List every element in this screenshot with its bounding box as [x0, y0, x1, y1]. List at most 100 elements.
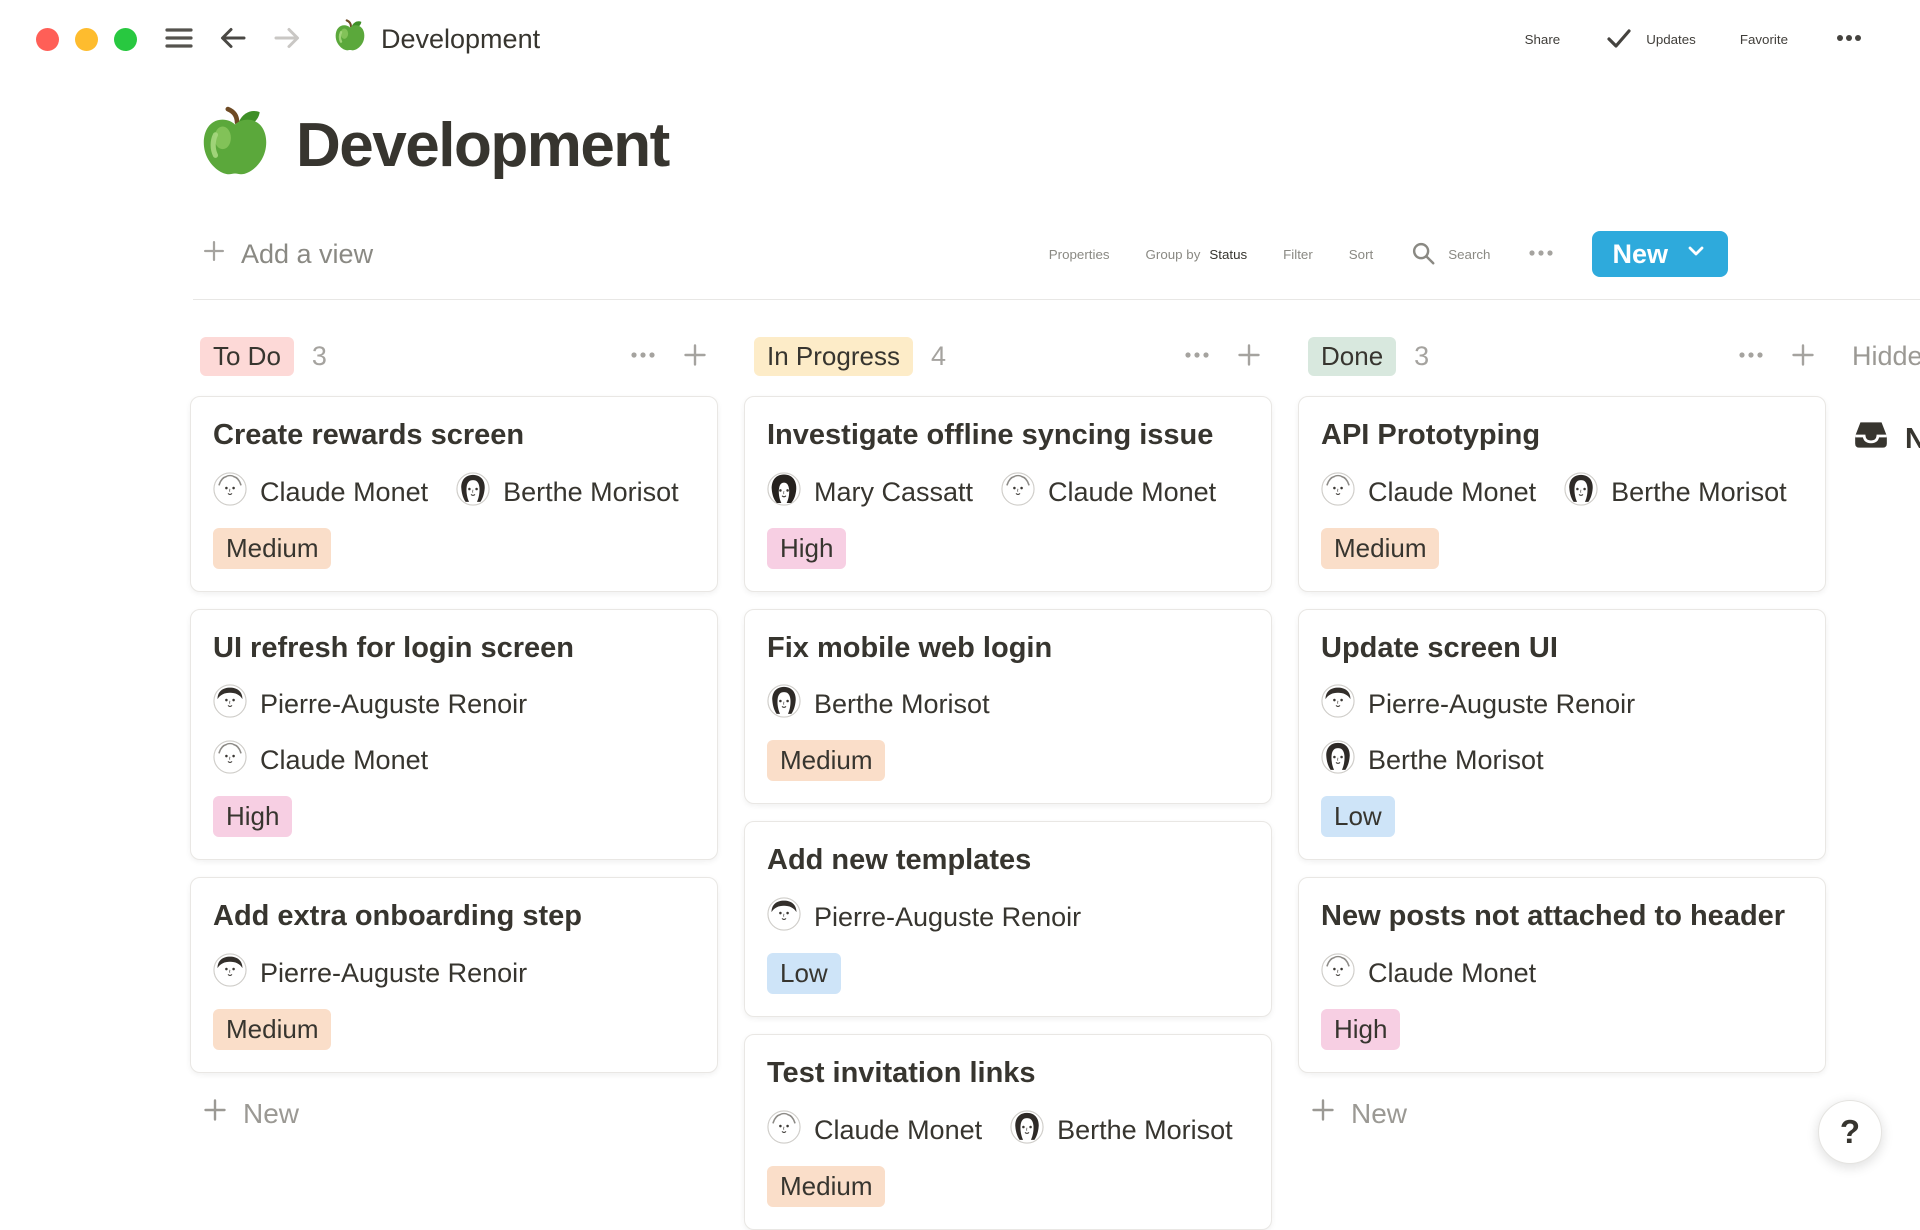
assignee-name: Claude Monet	[1368, 477, 1536, 508]
more-options-button[interactable]	[1832, 21, 1866, 58]
column-status-badge: To Do	[200, 337, 294, 376]
column-add-card-button[interactable]	[1788, 340, 1818, 373]
column-more-button[interactable]	[628, 340, 658, 373]
card-assignees: Claude Monet	[1321, 953, 1803, 994]
filter-button[interactable]: Filter	[1283, 247, 1313, 262]
search-label: Search	[1448, 247, 1490, 262]
avatar	[1321, 953, 1355, 994]
card-title: New posts not attached to header	[1321, 898, 1803, 936]
zoom-window-button[interactable]	[114, 28, 137, 51]
kanban-card[interactable]: Add extra onboarding stepPierre-Auguste …	[190, 877, 718, 1073]
priority-badge: Low	[1321, 796, 1395, 837]
view-more-button[interactable]	[1526, 238, 1556, 271]
sidebar-toggle-button[interactable]	[161, 20, 197, 59]
priority-badge: Low	[767, 953, 841, 994]
hidden-columns-label[interactable]: Hidden	[1852, 334, 1920, 378]
card-list: API PrototypingClaude MonetBerthe Moriso…	[1298, 396, 1826, 1073]
back-arrow-icon	[215, 20, 251, 59]
priority-badge: Medium	[1321, 528, 1439, 569]
inbox-icon	[1852, 416, 1890, 462]
group-by-button[interactable]: Group byStatus	[1146, 247, 1248, 262]
column-count: 3	[312, 341, 327, 372]
add-view-label: Add a view	[241, 239, 373, 270]
minimize-window-button[interactable]	[75, 28, 98, 51]
chevron-down-icon	[1684, 239, 1708, 270]
column-add-card-button[interactable]	[1234, 340, 1264, 373]
back-button[interactable]	[215, 20, 251, 59]
divider	[193, 299, 1920, 300]
priority-badge: High	[1321, 1009, 1400, 1050]
page-title: Development	[296, 110, 669, 181]
ellipsis-icon	[1832, 21, 1866, 58]
column-header-actions	[628, 340, 710, 373]
assignee: Claude Monet	[1321, 472, 1536, 513]
avatar	[767, 684, 801, 725]
ellipsis-icon	[1182, 340, 1212, 373]
assignee-name: Claude Monet	[814, 1115, 982, 1146]
kanban-card[interactable]: UI refresh for login screenPierre-August…	[190, 609, 718, 861]
kanban-card[interactable]: Investigate offline syncing issueMary Ca…	[744, 396, 1272, 592]
avatar	[767, 1110, 801, 1151]
plus-icon	[200, 1095, 230, 1132]
add-card-button[interactable]: New	[190, 1095, 299, 1132]
kanban-card[interactable]: Test invitation links Claude MonetBerthe …	[744, 1034, 1272, 1230]
add-card-label: New	[243, 1098, 299, 1130]
help-button[interactable]: ?	[1818, 1100, 1882, 1164]
plus-icon	[1788, 340, 1818, 373]
assignee-name: Claude Monet	[260, 745, 428, 776]
window-controls	[36, 28, 137, 51]
new-button-label: New	[1612, 239, 1668, 270]
add-card-button[interactable]: New	[1298, 1095, 1407, 1132]
card-title: Test invitation links	[767, 1055, 1249, 1093]
assignee: Pierre-Auguste Renoir	[767, 897, 1081, 938]
breadcrumb[interactable]: Development	[333, 19, 540, 60]
search-button[interactable]: Search	[1409, 239, 1490, 270]
kanban-card[interactable]: API PrototypingClaude MonetBerthe Moriso…	[1298, 396, 1826, 592]
assignee-name: Berthe Morisot	[1611, 477, 1787, 508]
kanban-column: In Progress4Investigate offline syncing …	[744, 334, 1272, 1230]
breadcrumb-title: Development	[381, 24, 540, 55]
assignee: Claude Monet	[1001, 472, 1216, 513]
assignee-name: Pierre-Auguste Renoir	[814, 902, 1081, 933]
kanban-column: To Do3Create rewards screenClaude MonetB…	[190, 334, 718, 1132]
priority-badge: Medium	[767, 740, 885, 781]
priority-badge: Medium	[213, 1009, 331, 1050]
properties-button[interactable]: Properties	[1049, 247, 1110, 262]
column-header-actions	[1736, 340, 1818, 373]
assignee: Berthe Morisot	[456, 472, 679, 513]
page-emoji-icon[interactable]	[198, 106, 272, 185]
kanban-card[interactable]: Update screen UIPierre-Auguste RenoirBer…	[1298, 609, 1826, 861]
column-add-card-button[interactable]	[680, 340, 710, 373]
column-more-button[interactable]	[1182, 340, 1212, 373]
priority-badge: Medium	[767, 1166, 885, 1207]
kanban-card[interactable]: Create rewards screenClaude MonetBerthe …	[190, 396, 718, 592]
kanban-card[interactable]: New posts not attached to header Claude M…	[1298, 877, 1826, 1073]
column-header-actions	[1182, 340, 1264, 373]
hidden-group-no-status[interactable]: N	[1852, 416, 1920, 462]
card-list: Investigate offline syncing issueMary Ca…	[744, 396, 1272, 1230]
kanban-card[interactable]: Add new templatesPierre-Auguste RenoirLo…	[744, 821, 1272, 1017]
assignee: Claude Monet	[213, 740, 428, 781]
ellipsis-icon	[1526, 238, 1556, 271]
close-window-button[interactable]	[36, 28, 59, 51]
column-more-button[interactable]	[1736, 340, 1766, 373]
add-view-button[interactable]: Add a view	[200, 237, 373, 272]
priority-badge: High	[767, 528, 846, 569]
card-assignees: Claude MonetBerthe Morisot	[767, 1110, 1249, 1151]
assignee: Claude Monet	[1321, 953, 1536, 994]
forward-button[interactable]	[269, 20, 305, 59]
sort-button[interactable]: Sort	[1349, 247, 1373, 262]
priority-badge: Medium	[213, 528, 331, 569]
avatar	[213, 953, 247, 994]
avatar	[1564, 472, 1598, 513]
card-title: Create rewards screen	[213, 417, 695, 455]
assignee-name: Claude Monet	[1048, 477, 1216, 508]
new-button[interactable]: New	[1592, 231, 1728, 277]
avatar	[767, 897, 801, 938]
card-assignees: Pierre-Auguste RenoirBerthe Morisot	[1321, 684, 1803, 781]
kanban-card[interactable]: Fix mobile web loginBerthe MorisotMedium	[744, 609, 1272, 805]
updates-label: Updates	[1646, 32, 1696, 47]
updates-button[interactable]: Updates	[1604, 23, 1696, 56]
favorite-button[interactable]: Favorite	[1740, 32, 1788, 47]
share-button[interactable]: Share	[1525, 32, 1561, 47]
